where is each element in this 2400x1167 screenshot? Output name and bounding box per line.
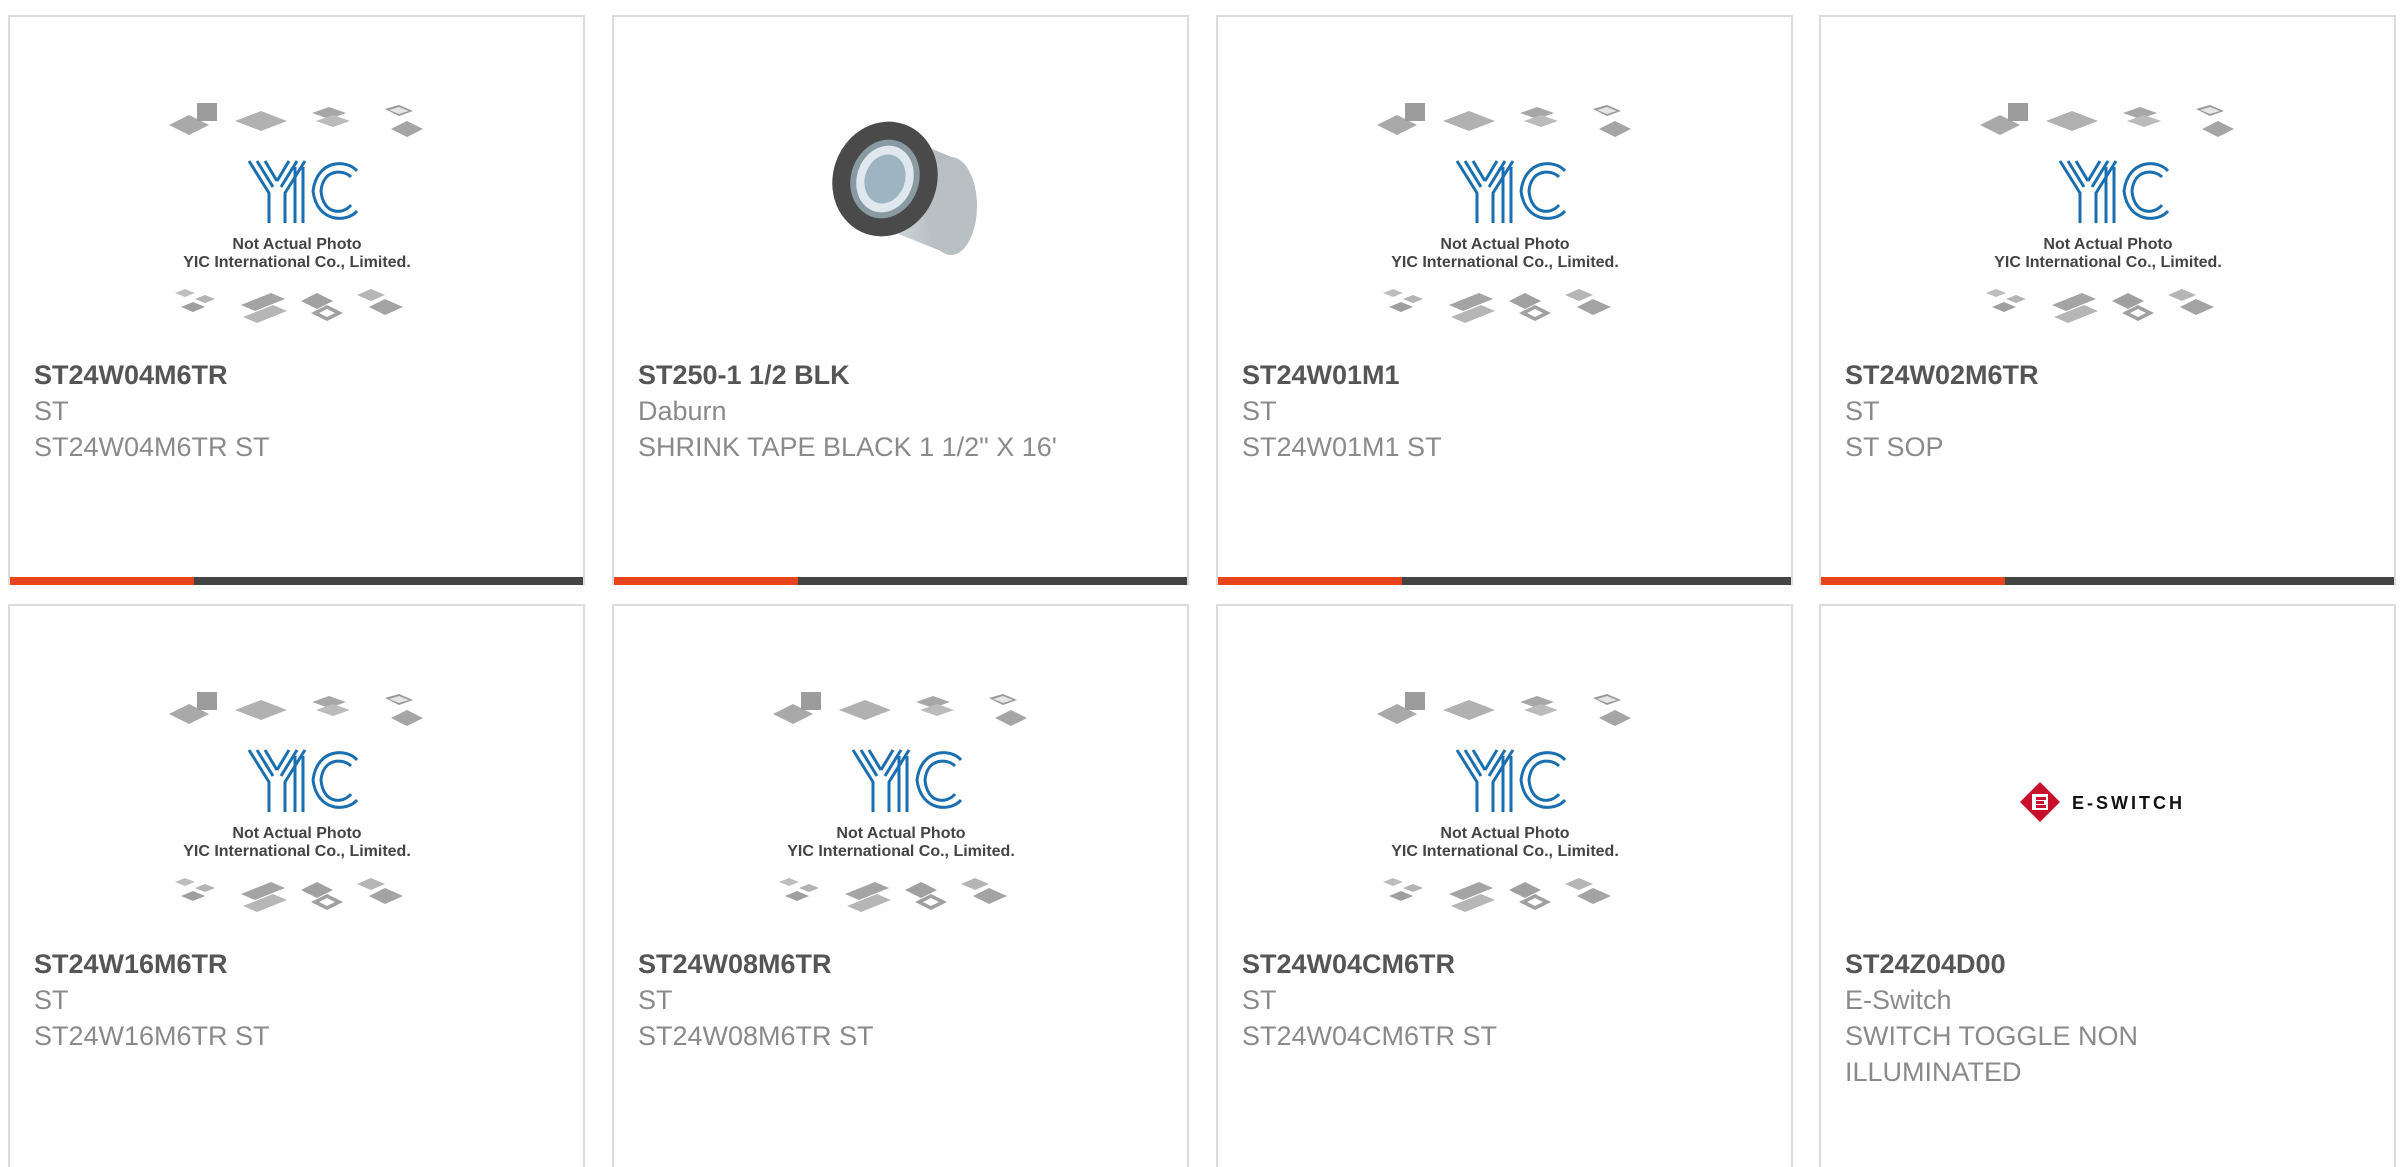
card-bottom-accent [1821,577,2005,585]
product-manufacturer: ST [34,396,69,426]
product-part-number[interactable]: ST24W08M6TR [638,946,1078,982]
card-bottom-bar [1218,577,1791,585]
placeholder-caption-2: YIC International Co., Limited. [1391,254,1619,271]
placeholder-caption-1: Not Actual Photo [232,825,361,842]
card-bottom-bar [1821,577,2394,585]
product-part-number[interactable]: ST24W04M6TR [34,357,474,393]
product-image[interactable]: Not Actual Photo YIC International Co., … [10,676,583,956]
product-image[interactable]: Not Actual Photo YIC International Co., … [614,676,1187,956]
card-bottom-accent [10,577,194,585]
product-info: ST24W08M6TR ST ST24W08M6TR ST [638,946,1078,1054]
product-manufacturer: ST [1845,396,1880,426]
yic-placeholder-image: Not Actual Photo YIC International Co., … [168,103,423,323]
product-image[interactable]: Not Actual Photo YIC International Co., … [1218,87,1791,367]
yic-placeholder-image: Not Actual Photo YIC International Co., … [168,692,423,912]
yic-placeholder-image: Not Actual Photo YIC International Co., … [1376,103,1631,323]
product-image[interactable]: Not Actual Photo YIC International Co., … [1821,87,2394,367]
product-card[interactable]: Not Actual Photo YIC International Co., … [1819,15,2396,585]
product-info: ST24W02M6TR ST ST SOP [1845,357,2285,465]
placeholder-caption-2: YIC International Co., Limited. [183,254,411,271]
product-manufacturer: ST [1242,396,1277,426]
product-image[interactable]: Not Actual Photo YIC International Co., … [10,87,583,367]
product-description: ST24W04M6TR ST [34,432,270,462]
product-card[interactable]: ST250-1 1/2 BLK Daburn SHRINK TAPE BLACK… [612,15,1189,585]
placeholder-caption-2: YIC International Co., Limited. [1391,843,1619,860]
eswitch-logo-text: E-SWITCH [2072,793,2185,813]
product-part-number[interactable]: ST24W02M6TR [1845,357,2285,393]
product-image[interactable]: E-SWITCH [1821,676,2394,956]
product-description: SHRINK TAPE BLACK 1 1/2" X 16' [638,432,1057,462]
product-manufacturer: Daburn [638,396,727,426]
placeholder-caption-2: YIC International Co., Limited. [1994,254,2222,271]
product-card[interactable]: Not Actual Photo YIC International Co., … [612,604,1189,1167]
product-info: ST24W04M6TR ST ST24W04M6TR ST [34,357,474,465]
product-part-number[interactable]: ST24Z04D00 [1845,946,2285,982]
placeholder-caption-1: Not Actual Photo [2043,236,2172,253]
product-info: ST24W01M1 ST ST24W01M1 ST [1242,357,1682,465]
placeholder-caption-1: Not Actual Photo [1440,236,1569,253]
product-part-number[interactable]: ST250-1 1/2 BLK [638,357,1078,393]
product-grid: Not Actual Photo YIC International Co., … [0,0,2400,1167]
product-image[interactable]: Not Actual Photo YIC International Co., … [1218,676,1791,956]
placeholder-caption-1: Not Actual Photo [232,236,361,253]
product-info: ST24Z04D00 E-Switch SWITCH TOGGLE NON IL… [1845,946,2285,1090]
card-bottom-accent [614,577,798,585]
placeholder-caption-1: Not Actual Photo [1440,825,1569,842]
product-manufacturer: ST [34,985,69,1015]
product-description: ST24W08M6TR ST [638,1021,874,1051]
product-card[interactable]: Not Actual Photo YIC International Co., … [8,604,585,1167]
product-description: ST SOP [1845,432,1944,462]
product-description: SWITCH TOGGLE NON ILLUMINATED [1845,1021,2139,1087]
product-description: ST24W04CM6TR ST [1242,1021,1498,1051]
product-manufacturer: ST [1242,985,1277,1015]
yic-placeholder-image: Not Actual Photo YIC International Co., … [1979,103,2234,323]
placeholder-caption-2: YIC International Co., Limited. [787,843,1015,860]
product-card[interactable]: Not Actual Photo YIC International Co., … [1216,15,1793,585]
product-manufacturer: ST [638,985,673,1015]
product-info: ST250-1 1/2 BLK Daburn SHRINK TAPE BLACK… [638,357,1078,465]
product-description: ST24W01M1 ST [1242,432,1442,462]
placeholder-caption-2: YIC International Co., Limited. [183,843,411,860]
product-image[interactable] [614,87,1187,367]
product-part-number[interactable]: ST24W16M6TR [34,946,474,982]
product-info: ST24W16M6TR ST ST24W16M6TR ST [34,946,474,1054]
eswitch-logo-image: E-SWITCH [2019,782,2185,822]
product-card[interactable]: Not Actual Photo YIC International Co., … [1216,604,1793,1167]
product-part-number[interactable]: ST24W01M1 [1242,357,1682,393]
card-bottom-bar [614,577,1187,585]
yic-placeholder-image: Not Actual Photo YIC International Co., … [1376,692,1631,912]
placeholder-caption-1: Not Actual Photo [836,825,965,842]
product-part-number[interactable]: ST24W04CM6TR [1242,946,1682,982]
product-card[interactable]: E-SWITCH ST24Z04D00 E-Switch SWITCH TOGG… [1819,604,2396,1167]
product-card[interactable]: Not Actual Photo YIC International Co., … [8,15,585,585]
product-info: ST24W04CM6TR ST ST24W04CM6TR ST [1242,946,1682,1054]
card-bottom-accent [1218,577,1402,585]
yic-placeholder-image: Not Actual Photo YIC International Co., … [772,692,1027,912]
tape-roll-image [831,121,977,255]
card-bottom-bar [10,577,583,585]
product-manufacturer: E-Switch [1845,985,1952,1015]
product-description: ST24W16M6TR ST [34,1021,270,1051]
